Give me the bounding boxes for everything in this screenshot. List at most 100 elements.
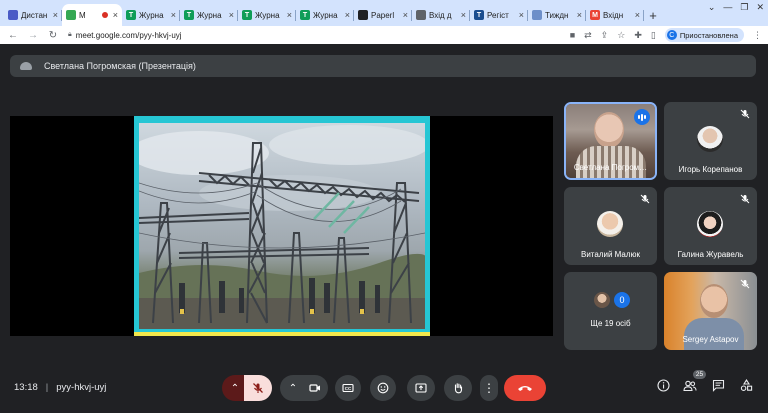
chevron-down-icon[interactable]: ⌄ xyxy=(708,2,716,13)
browser-tab[interactable]: M × xyxy=(62,4,122,26)
side-panel-icon[interactable]: ▯ xyxy=(651,30,656,41)
raise-hand-button[interactable] xyxy=(444,375,472,401)
translate-icon[interactable]: ⇄ xyxy=(584,30,592,41)
people-button[interactable] xyxy=(682,380,698,396)
camera-in-use-icon[interactable]: ■ xyxy=(570,30,575,40)
kebab-menu-icon[interactable]: ⋮ xyxy=(753,30,762,41)
microphone-toggle-button[interactable] xyxy=(244,375,272,401)
meeting-details-button[interactable] xyxy=(655,379,671,397)
present-to-all-icon xyxy=(415,383,427,393)
url-omnibox[interactable]: 🔒︎ meet.google.com/pyy-hkvj-uyj xyxy=(68,28,548,43)
toolbar-icons: ■ ⇄ ⇪ ☆ ✚ ▯ C Приостановлена ⋮ xyxy=(570,28,762,42)
participant-tile[interactable]: 0 Ще 19 осіб xyxy=(564,272,657,350)
browser-tab[interactable]: Paperl × xyxy=(354,4,412,26)
extensions-icon[interactable]: ✚ xyxy=(634,30,642,41)
kebab-menu-icon: ⋮ xyxy=(483,381,495,395)
browser-tab[interactable]: T Журна × xyxy=(122,4,180,26)
address-bar-row: ← → ↻ 🔒︎ meet.google.com/pyy-hkvj-uyj ■ … xyxy=(0,26,768,44)
tab-close-icon[interactable]: × xyxy=(635,10,640,20)
mic-off-icon xyxy=(739,193,751,205)
tab-close-icon[interactable]: × xyxy=(577,10,582,20)
tab-favicon-icon: T xyxy=(474,10,484,20)
tab-favicon-icon xyxy=(66,10,76,20)
tab-close-icon[interactable]: × xyxy=(229,10,234,20)
tab-title: Журна xyxy=(139,10,164,20)
tab-title: Дистан xyxy=(21,10,48,20)
tab-close-icon[interactable]: × xyxy=(519,10,524,20)
participant-name: Галина Журавель xyxy=(677,250,744,259)
tab-title: Paperl xyxy=(371,10,395,20)
speaking-indicator-icon xyxy=(634,109,650,125)
browser-tab[interactable]: T Журна × xyxy=(296,4,354,26)
more-options-button[interactable]: ⋮ xyxy=(480,375,498,401)
tab-favicon-icon xyxy=(8,10,18,20)
profile-status-label: Приостановлена xyxy=(679,30,738,40)
reactions-button[interactable] xyxy=(370,375,396,401)
participant-tile[interactable]: Виталий Малюк xyxy=(564,187,657,265)
browser-tab[interactable]: Тиждн × xyxy=(528,4,586,26)
chevron-up-icon: ⌃ xyxy=(288,382,298,394)
tab-close-icon[interactable]: × xyxy=(113,10,118,20)
browser-tab[interactable]: T Журна × xyxy=(180,4,238,26)
people-icon xyxy=(683,379,697,397)
participant-name: Игорь Корепанов xyxy=(678,165,743,174)
tab-favicon-icon xyxy=(358,10,368,20)
mic-off-icon xyxy=(739,278,751,290)
reload-icon[interactable]: ↻ xyxy=(46,30,60,41)
tab-close-icon[interactable]: × xyxy=(171,10,176,20)
tab-title: Журна xyxy=(197,10,222,20)
meeting-info: 13:18 | pyy-hkvj-uyj xyxy=(14,382,106,393)
minimize-icon[interactable]: — xyxy=(723,2,732,12)
activities-button[interactable] xyxy=(738,378,754,396)
presentation-title: Светлана Погромская (Презентація) xyxy=(44,61,196,71)
substation-photo-drawing xyxy=(139,125,425,329)
presented-slide xyxy=(134,116,430,336)
info-icon xyxy=(656,379,670,397)
tab-favicon-icon xyxy=(416,10,426,20)
participant-tile[interactable]: Светлана Погром… xyxy=(564,102,657,180)
leave-call-button[interactable] xyxy=(504,375,546,401)
participant-avatar xyxy=(597,211,623,237)
restore-icon[interactable]: ❐ xyxy=(740,2,748,13)
browser-tab[interactable]: T Журна × xyxy=(238,4,296,26)
tab-title: Вхідн xyxy=(603,10,624,20)
people-count-badge: 25 xyxy=(693,370,706,379)
browser-tab[interactable]: Вхід д × xyxy=(412,4,470,26)
back-icon[interactable]: ← xyxy=(6,30,20,41)
tab-close-icon[interactable]: × xyxy=(345,10,350,20)
participant-name: Ще 19 осіб xyxy=(590,319,631,328)
tab-title: Регіст xyxy=(487,10,509,20)
participant-tile[interactable]: Галина Журавель xyxy=(664,187,757,265)
tab-title: M xyxy=(79,10,86,20)
profile-chip[interactable]: C Приостановлена xyxy=(664,28,744,42)
videocam-icon xyxy=(309,383,321,393)
tab-favicon-icon xyxy=(532,10,542,20)
forward-icon[interactable]: → xyxy=(26,30,40,41)
share-icon[interactable]: ⇪ xyxy=(601,30,609,41)
tab-title: Вхід д xyxy=(429,10,452,20)
browser-tab[interactable]: M Вхідн × xyxy=(586,4,644,26)
participant-tile[interactable]: Игорь Корепанов xyxy=(664,102,757,180)
new-tab-button[interactable]: + xyxy=(644,4,662,26)
captions-button[interactable]: CC xyxy=(335,375,361,401)
participant-tile[interactable]: Sergey Astapov xyxy=(664,272,757,350)
bookmark-star-icon[interactable]: ☆ xyxy=(617,30,625,41)
present-screen-button[interactable] xyxy=(407,375,435,401)
close-icon[interactable]: ✕ xyxy=(756,2,764,13)
lock-icon[interactable]: 🔒︎ xyxy=(68,31,72,39)
participant-name: Sergey Astapov xyxy=(682,335,739,344)
browser-tab[interactable]: Дистан × xyxy=(4,4,62,26)
tab-close-icon[interactable]: × xyxy=(461,10,466,20)
closed-captions-icon: CC xyxy=(342,383,354,393)
tab-close-icon[interactable]: × xyxy=(287,10,292,20)
tab-close-icon[interactable]: × xyxy=(53,10,58,20)
chat-button[interactable] xyxy=(710,379,726,396)
mic-off-icon xyxy=(739,108,751,120)
presentation-banner: Светлана Погромская (Презентація) xyxy=(10,55,756,77)
camera-toggle-button[interactable] xyxy=(302,375,328,401)
participant-name: Виталий Малюк xyxy=(580,250,641,259)
tab-close-icon[interactable]: × xyxy=(403,10,408,20)
chevron-up-icon: ⌃ xyxy=(230,382,240,394)
call-end-icon xyxy=(517,384,533,392)
browser-tab[interactable]: T Регіст × xyxy=(470,4,528,26)
